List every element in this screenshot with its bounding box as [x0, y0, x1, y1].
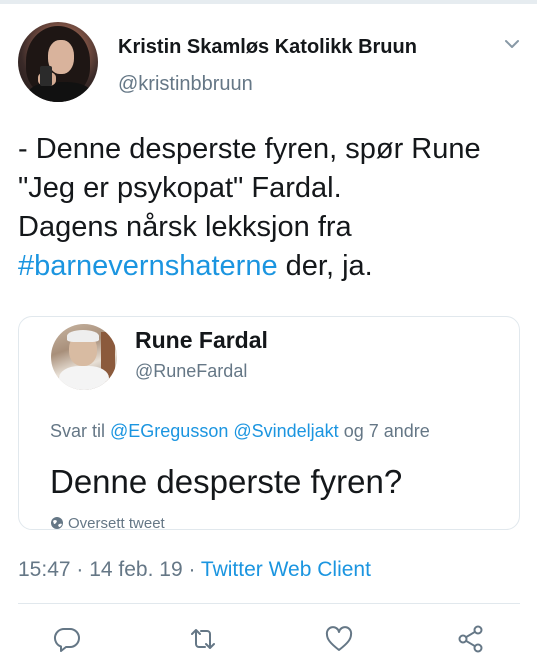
- globe-icon: [51, 517, 63, 529]
- tweet-text-line: "Jeg er psykopat" Fardal.: [18, 172, 342, 204]
- mention-link[interactable]: @EGregusson: [110, 421, 228, 441]
- client-link[interactable]: Twitter Web Client: [201, 558, 371, 581]
- tweet-text-line: - Denne desperste fyren, spør Rune: [18, 133, 481, 165]
- quoted-author-name[interactable]: Rune Fardal: [135, 327, 268, 354]
- reply-icon[interactable]: [52, 624, 82, 654]
- quoted-tweet-card[interactable]: Rune Fardal @RuneFardal Svar til @EGregu…: [18, 316, 520, 530]
- tweet-text-line: #barnevernshaterne der, ja.: [18, 247, 528, 286]
- chevron-down-icon[interactable]: [502, 36, 522, 52]
- translate-tweet-link[interactable]: Oversett tweet: [50, 515, 165, 530]
- share-icon[interactable]: [456, 624, 486, 654]
- tweet-text-tail: der, ja.: [277, 250, 373, 282]
- quoted-author-avatar[interactable]: [51, 324, 117, 390]
- quoted-tweet-text: Denne desperste fyren?: [50, 463, 403, 500]
- reply-suffix: og 7 andre: [338, 421, 430, 441]
- translate-label: Oversett tweet: [68, 515, 165, 530]
- like-icon[interactable]: [324, 624, 354, 654]
- author-avatar[interactable]: [18, 22, 98, 102]
- quoted-author-handle[interactable]: @RuneFardal: [135, 361, 247, 382]
- tweet-text: - Denne desperste fyren, spør Rune "Jeg …: [18, 130, 528, 286]
- tweet-meta: 15:47 · 14 feb. 19 · Twitter Web Client: [18, 558, 371, 582]
- author-handle[interactable]: @kristinbbruun: [118, 73, 253, 96]
- hashtag-link[interactable]: #barnevernshaterne: [18, 250, 278, 282]
- retweet-icon[interactable]: [188, 624, 218, 654]
- tweet-text-line: Dagens nårsk lekksjon fra: [18, 211, 352, 243]
- mention-link[interactable]: @Svindeljakt: [233, 421, 338, 441]
- reply-context: Svar til @EGregusson @Svindeljakt og 7 a…: [50, 421, 430, 442]
- reply-prefix: Svar til: [50, 421, 111, 441]
- timestamp: 15:47 · 14 feb. 19 ·: [18, 558, 201, 581]
- top-divider: [0, 0, 537, 4]
- author-name[interactable]: Kristin Skamløs Katolikk Bruun: [118, 36, 417, 59]
- actions-divider: [18, 603, 520, 604]
